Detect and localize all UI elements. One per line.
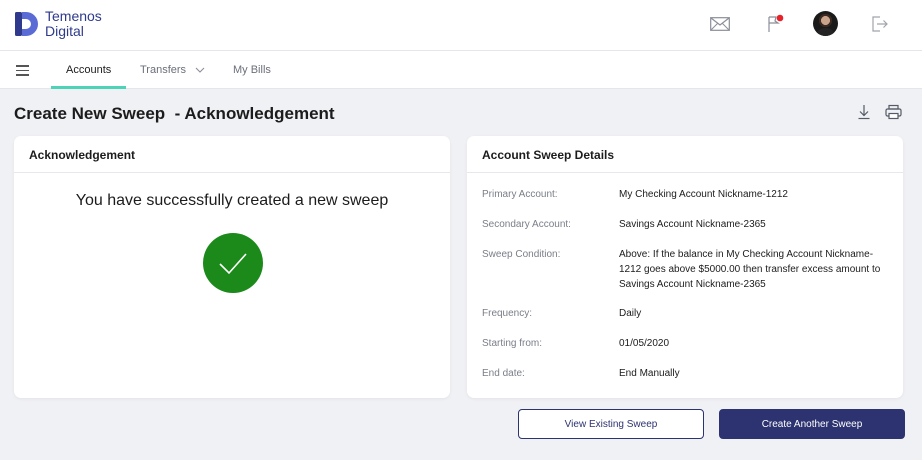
temenos-logo-icon (15, 12, 38, 36)
detail-value: My Checking Account Nickname-1212 (619, 189, 788, 200)
detail-value: 01/05/2020 (619, 338, 670, 349)
flag-icon[interactable] (761, 11, 787, 37)
detail-value: Daily (619, 308, 642, 319)
detail-label: Starting from: (482, 338, 543, 349)
detail-label: Secondary Account: (482, 219, 571, 230)
sweep-details-card: Account Sweep Details Primary Account: M… (467, 136, 903, 398)
detail-label: Frequency: (482, 308, 533, 319)
sweep-details-card-title: Account Sweep Details (467, 136, 903, 173)
detail-value: Savings Account Nickname-2365 (619, 219, 766, 230)
tab-my-bills-label: My Bills (233, 64, 271, 76)
success-message: You have successfully created a new swee… (75, 192, 389, 209)
tab-my-bills[interactable]: My Bills (233, 51, 271, 88)
tab-transfers[interactable]: Transfers (140, 51, 205, 88)
avatar[interactable] (813, 11, 838, 36)
brand-name: Temenos Digital (45, 9, 102, 39)
detail-label: Primary Account: (482, 189, 558, 200)
success-check-icon (203, 233, 263, 293)
mail-icon[interactable] (707, 11, 733, 37)
chevron-down-icon (195, 67, 205, 73)
top-header: Temenos Digital (0, 0, 922, 51)
view-existing-sweep-button[interactable]: View Existing Sweep (518, 409, 704, 439)
logout-icon[interactable] (866, 11, 892, 37)
page-title: Create New Sweep - Acknowledgement (14, 104, 335, 123)
acknowledgement-card-title: Acknowledgement (14, 136, 450, 173)
print-icon[interactable] (885, 104, 902, 120)
main-nav: Accounts Transfers My Bills (0, 51, 922, 89)
tab-accounts-label: Accounts (66, 64, 112, 76)
detail-value: Above: If the balance in My Checking Acc… (619, 249, 881, 290)
detail-label: End date: (482, 368, 525, 379)
brand-name-line2: Digital (45, 23, 84, 39)
brand-name-line1: Temenos (45, 8, 102, 24)
detail-value: End Manually (619, 368, 680, 379)
brand-logo[interactable]: Temenos Digital (14, 9, 102, 39)
detail-label: Sweep Condition: (482, 249, 561, 260)
tab-accounts[interactable]: Accounts (50, 51, 127, 89)
hamburger-menu-icon[interactable] (16, 65, 29, 76)
acknowledgement-card: Acknowledgement You have successfully cr… (14, 136, 450, 398)
tab-transfers-label: Transfers (140, 64, 187, 76)
create-another-sweep-button[interactable]: Create Another Sweep (719, 409, 905, 439)
download-icon[interactable] (856, 104, 872, 120)
